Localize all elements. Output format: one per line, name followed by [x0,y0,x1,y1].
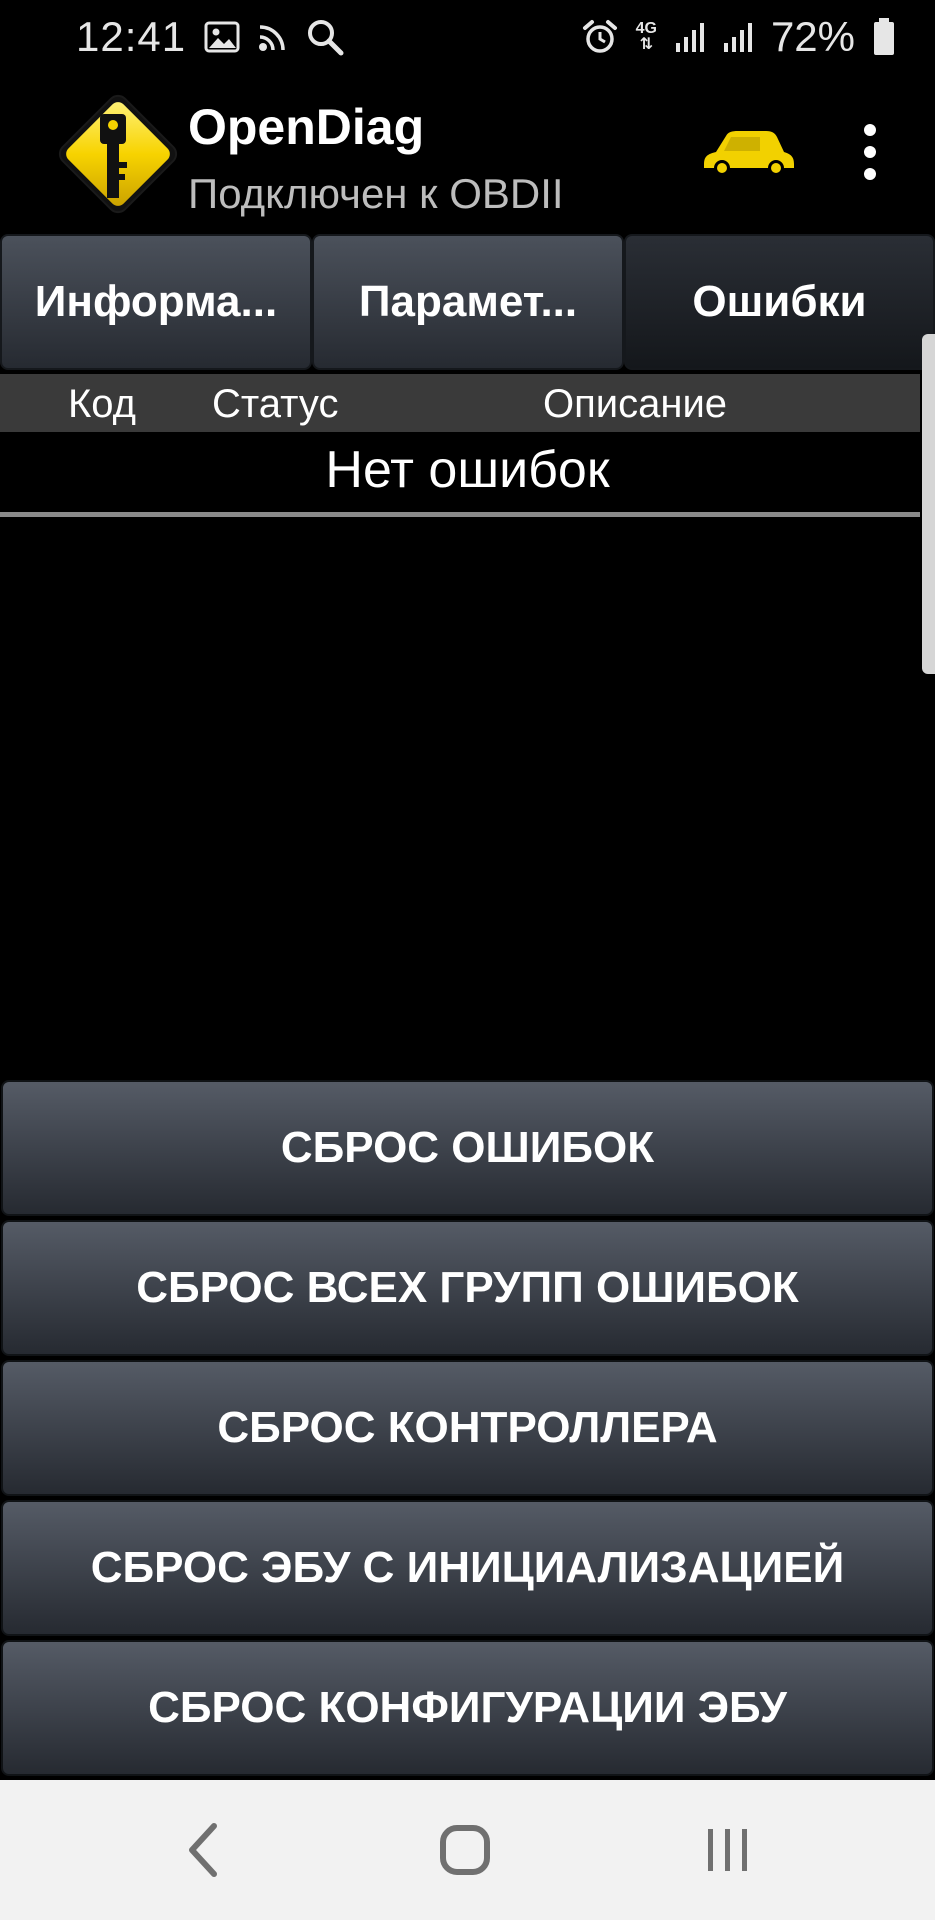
reset-all-error-groups-button[interactable]: СБРОС ВСЕХ ГРУПП ОШИБОК [1,1220,934,1356]
reset-errors-button[interactable]: СБРОС ОШИБОК [1,1080,934,1216]
column-header-code: Код [68,382,137,426]
reset-ecu-with-init-button[interactable]: СБРОС ЭБУ С ИНИЦИАЛИЗАЦИЕЙ [1,1500,934,1636]
network-type-label: 4G [635,20,657,37]
app-bar: OpenDiag Подключен к OBDII [0,74,935,234]
error-table-header: Код Статус Описание [0,374,920,432]
app-title: OpenDiag [188,99,425,155]
tab-errors[interactable]: Ошибки [624,234,935,370]
navigation-bar [0,1780,935,1920]
signal-icon [675,21,705,53]
status-bar-right: 4G ⇅ 72% [582,13,895,61]
status-time: 12:41 [76,13,187,60]
screen: 12:41 4G ⇅ 72% OpenDiag Подключен к OBDI… [0,0,935,1920]
image-icon [204,21,240,53]
data-arrows-icon: ⇅ [639,36,653,53]
no-errors-message: Нет ошибок [325,441,610,499]
battery-icon [873,18,895,56]
menu-dot [864,168,876,180]
reset-ecu-config-button[interactable]: СБРОС КОНФИГУРАЦИИ ЭБУ [1,1640,934,1776]
column-header-status: Статус [212,382,339,426]
connection-status: Подключен к OBDII [188,170,564,217]
alarm-icon [582,19,618,55]
battery-percent: 72% [770,13,855,60]
tab-bar: Информа... Парамет... Ошибки [0,234,935,372]
scroll-indicator[interactable] [922,334,935,674]
back-icon[interactable] [154,1810,254,1890]
recent-apps-icon[interactable] [678,1810,778,1890]
menu-dot [864,146,876,158]
network-type-indicator: 4G ⇅ [636,21,657,53]
cast-icon [258,22,288,52]
status-bar: 12:41 4G ⇅ 72% [0,0,935,74]
reset-controller-button[interactable]: СБРОС КОНТРОЛЛЕРА [1,1360,934,1496]
column-header-description: Описание [543,382,728,426]
status-bar-left: 12:41 [76,13,344,61]
search-icon [306,18,344,56]
tab-parameters[interactable]: Парамет... [312,234,624,370]
tab-information[interactable]: Информа... [0,234,312,370]
opendiag-logo-icon [44,80,192,228]
car-icon[interactable] [700,126,796,180]
signal-icon [723,21,753,53]
menu-dot [864,124,876,136]
home-icon[interactable] [415,1810,515,1890]
list-divider [0,512,920,517]
overflow-menu-icon[interactable] [848,124,892,180]
